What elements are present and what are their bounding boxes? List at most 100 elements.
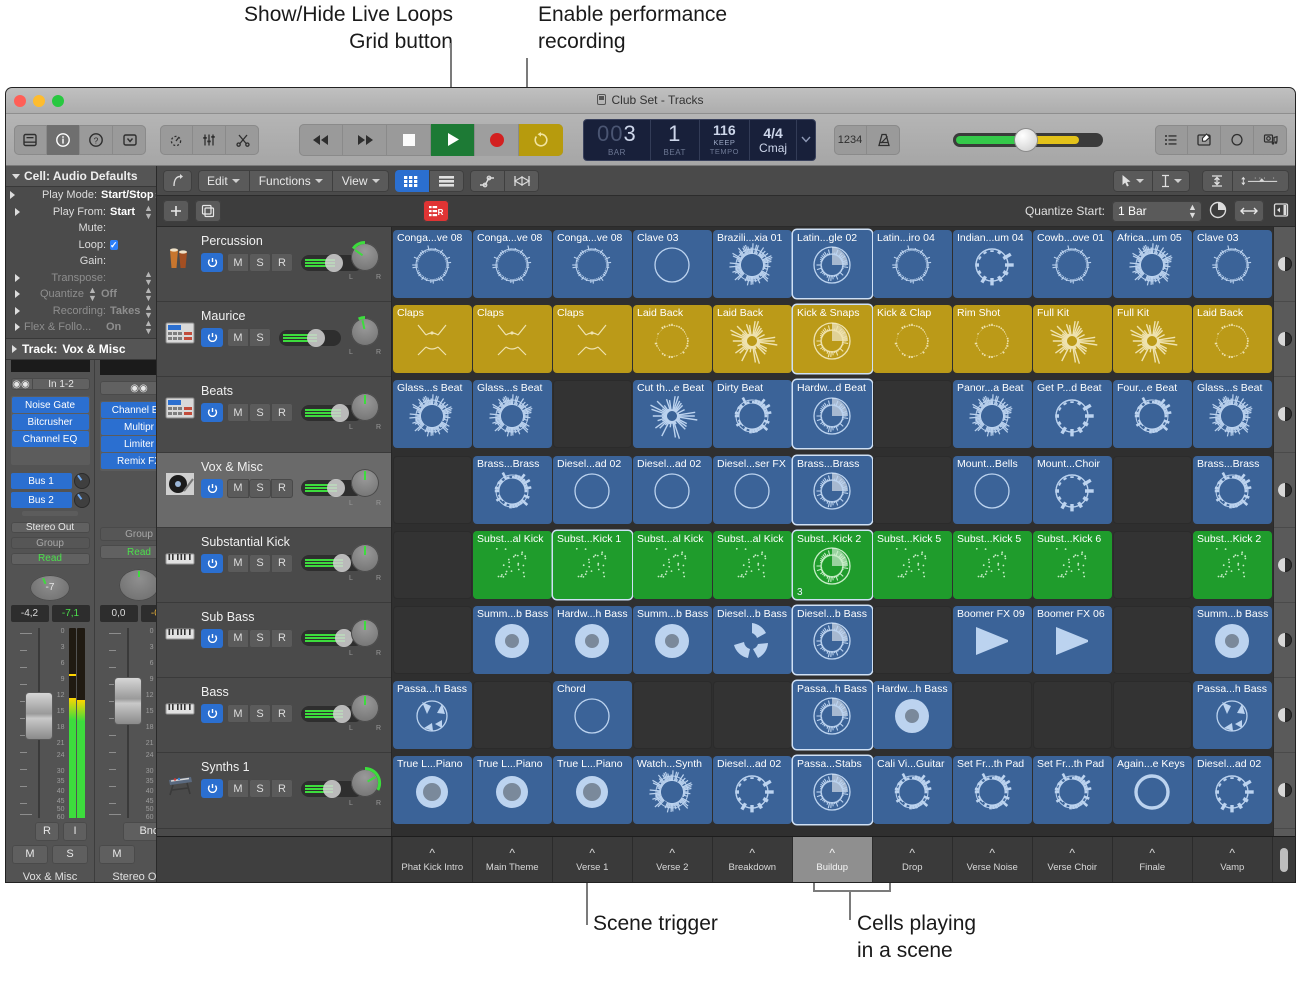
solo-button[interactable]: S [52, 844, 88, 864]
text-tool-icon[interactable] [1153, 170, 1190, 192]
forward-icon[interactable] [343, 123, 387, 156]
inspector-row-transpose[interactable]: Transpose: ▲ ▼ [6, 269, 156, 286]
track-on-button[interactable] [201, 403, 223, 423]
cell[interactable]: Set Fr...th Pad [1033, 756, 1112, 825]
count-in-icon[interactable]: 1234 [834, 124, 867, 155]
row-stop-button[interactable] [1274, 453, 1295, 528]
scene-trigger[interactable]: ^ Drop [873, 837, 952, 882]
toolbar-icon[interactable] [113, 125, 146, 155]
mute-button[interactable]: M [12, 844, 48, 864]
library-icon[interactable] [14, 124, 47, 155]
empty-cell[interactable] [1113, 530, 1192, 599]
inspector-row-recording[interactable]: Recording: Takes ▲ ▼ [6, 302, 156, 319]
stepper-icon[interactable]: ▲▼ [144, 302, 153, 319]
scene-trigger[interactable]: ^ Buildup [793, 837, 872, 882]
inspector-cell-header[interactable]: Cell: Audio Defaults [6, 166, 156, 187]
inspector-icon[interactable] [47, 124, 80, 155]
cell[interactable]: Glass...s Beat [473, 380, 552, 449]
solo-button[interactable]: S [249, 478, 271, 498]
cell[interactable]: Indian...um 04 [953, 230, 1032, 298]
track-pan-knob[interactable]: LR [349, 316, 381, 356]
record-enable-button[interactable]: R [271, 628, 293, 648]
cell[interactable]: Passa...h Bass [393, 681, 472, 750]
cell[interactable]: Full Kit [1033, 305, 1112, 374]
mute-button[interactable]: M [227, 478, 249, 498]
loop-checkbox[interactable]: ✓ [110, 239, 118, 250]
cell[interactable]: Conga...ve 08 [473, 230, 552, 298]
volume-fader[interactable] [16, 627, 52, 818]
cell[interactable]: Mount...Bells [953, 455, 1032, 524]
automation-mode-slot[interactable]: Read [10, 552, 90, 565]
row-stop-button[interactable] [1274, 678, 1295, 754]
stepper-icon[interactable]: ▲▼ [144, 269, 153, 286]
lcd-display[interactable]: 003 BAR 1 BEAT 116 KEEP TEMPO 4/4 Cmaj [583, 118, 816, 161]
send-slot[interactable]: Bus 2 [10, 492, 72, 509]
performance-record-icon[interactable]: R [423, 200, 449, 222]
master-volume-knob[interactable] [1014, 128, 1037, 151]
record-enable-button[interactable]: R [271, 478, 293, 498]
solo-button[interactable]: S [249, 328, 271, 348]
vertical-fit-icon[interactable] [1202, 169, 1233, 192]
undo-arrow-icon[interactable] [163, 170, 192, 192]
empty-cell[interactable] [873, 455, 952, 524]
empty-cell[interactable] [393, 455, 472, 524]
cell[interactable]: Subst...Kick 23 [793, 530, 872, 599]
stereo-icon[interactable]: ◉◉ [130, 383, 147, 394]
cell[interactable]: Diesel...ad 02 [713, 756, 792, 825]
track-on-button[interactable] [201, 253, 223, 272]
metronome-click-icon[interactable] [867, 125, 900, 155]
empty-cell[interactable] [553, 380, 632, 449]
scene-trigger[interactable]: ^ Verse Noise [953, 837, 1032, 882]
cell[interactable]: Again...e Keys [1113, 756, 1192, 825]
track-volume-slider[interactable] [279, 328, 341, 347]
inspector-row-mute[interactable]: Mute: [6, 220, 156, 237]
volume-handle[interactable] [325, 253, 343, 272]
duplicate-track-icon[interactable] [195, 200, 221, 222]
group-slot[interactable]: Group [99, 527, 156, 542]
cell[interactable]: Subst...al Kick [473, 530, 552, 599]
stereo-icon[interactable]: ◉◉ [11, 378, 33, 390]
record-enable-button[interactable]: R [271, 403, 293, 423]
fader-cap[interactable] [114, 677, 141, 724]
cell[interactable]: Set Fr...th Pad [953, 756, 1032, 825]
master-volume-slider[interactable] [952, 128, 1103, 151]
row-stop-button[interactable] [1274, 302, 1295, 378]
smart-controls-icon[interactable] [193, 124, 226, 155]
mute-button[interactable]: M [99, 844, 135, 864]
row-stop-button[interactable] [1274, 753, 1295, 829]
mute-button[interactable]: M [227, 253, 249, 272]
cell[interactable]: True L...Piano [393, 756, 472, 825]
row-stop-button[interactable] [1274, 603, 1295, 679]
solo-button[interactable]: S [249, 779, 271, 799]
record-enable-button[interactable]: R [271, 553, 293, 573]
volume-readout[interactable]: -7,1 [51, 604, 90, 622]
cell[interactable]: Four...e Beat [1113, 380, 1192, 449]
bounce-button[interactable]: Bnce [123, 821, 156, 841]
flex-icon[interactable] [505, 170, 539, 192]
scene-trigger[interactable]: ^ Main Theme [473, 837, 552, 882]
track-pan-knob[interactable]: LR [349, 468, 381, 507]
track-header-maurice[interactable]: Maurice M S L R [157, 302, 391, 378]
inspector-track-header[interactable]: Track: Vox & Misc [6, 337, 156, 360]
solo-button[interactable]: S [249, 704, 271, 724]
cell[interactable]: Conga...ve 08 [553, 230, 632, 298]
cell[interactable]: Laid Back [1193, 305, 1272, 374]
cell[interactable]: Passa...h Bass [793, 681, 872, 750]
cell[interactable]: Latin...gle 02 [793, 230, 872, 298]
cell[interactable]: Full Kit [1113, 305, 1192, 374]
live-loops-grid-icon[interactable] [394, 169, 430, 192]
cell[interactable]: Diesel...ad 02 [553, 455, 632, 524]
cell[interactable]: Mount...Choir [1033, 455, 1112, 524]
loop-browser-icon[interactable] [1221, 124, 1254, 155]
cell[interactable]: Clave 03 [633, 230, 712, 298]
disclosure-triangle-icon[interactable] [10, 306, 24, 315]
input-slot[interactable]: ◉◉ [99, 381, 156, 396]
track-on-button[interactable] [201, 779, 223, 799]
record-icon[interactable] [475, 123, 519, 156]
stepper-icon[interactable]: ▲▼ [1188, 202, 1197, 219]
volume-handle[interactable] [333, 704, 351, 723]
inspector-row-loop[interactable]: Loop: ✓ [6, 237, 156, 254]
track-header-beats[interactable]: Beats M S R L R [157, 377, 391, 453]
inspector-row-play-mode[interactable]: Play Mode: Start/Stop ▲▼ [6, 187, 156, 204]
cell[interactable]: Cut th...e Beat [633, 380, 712, 449]
